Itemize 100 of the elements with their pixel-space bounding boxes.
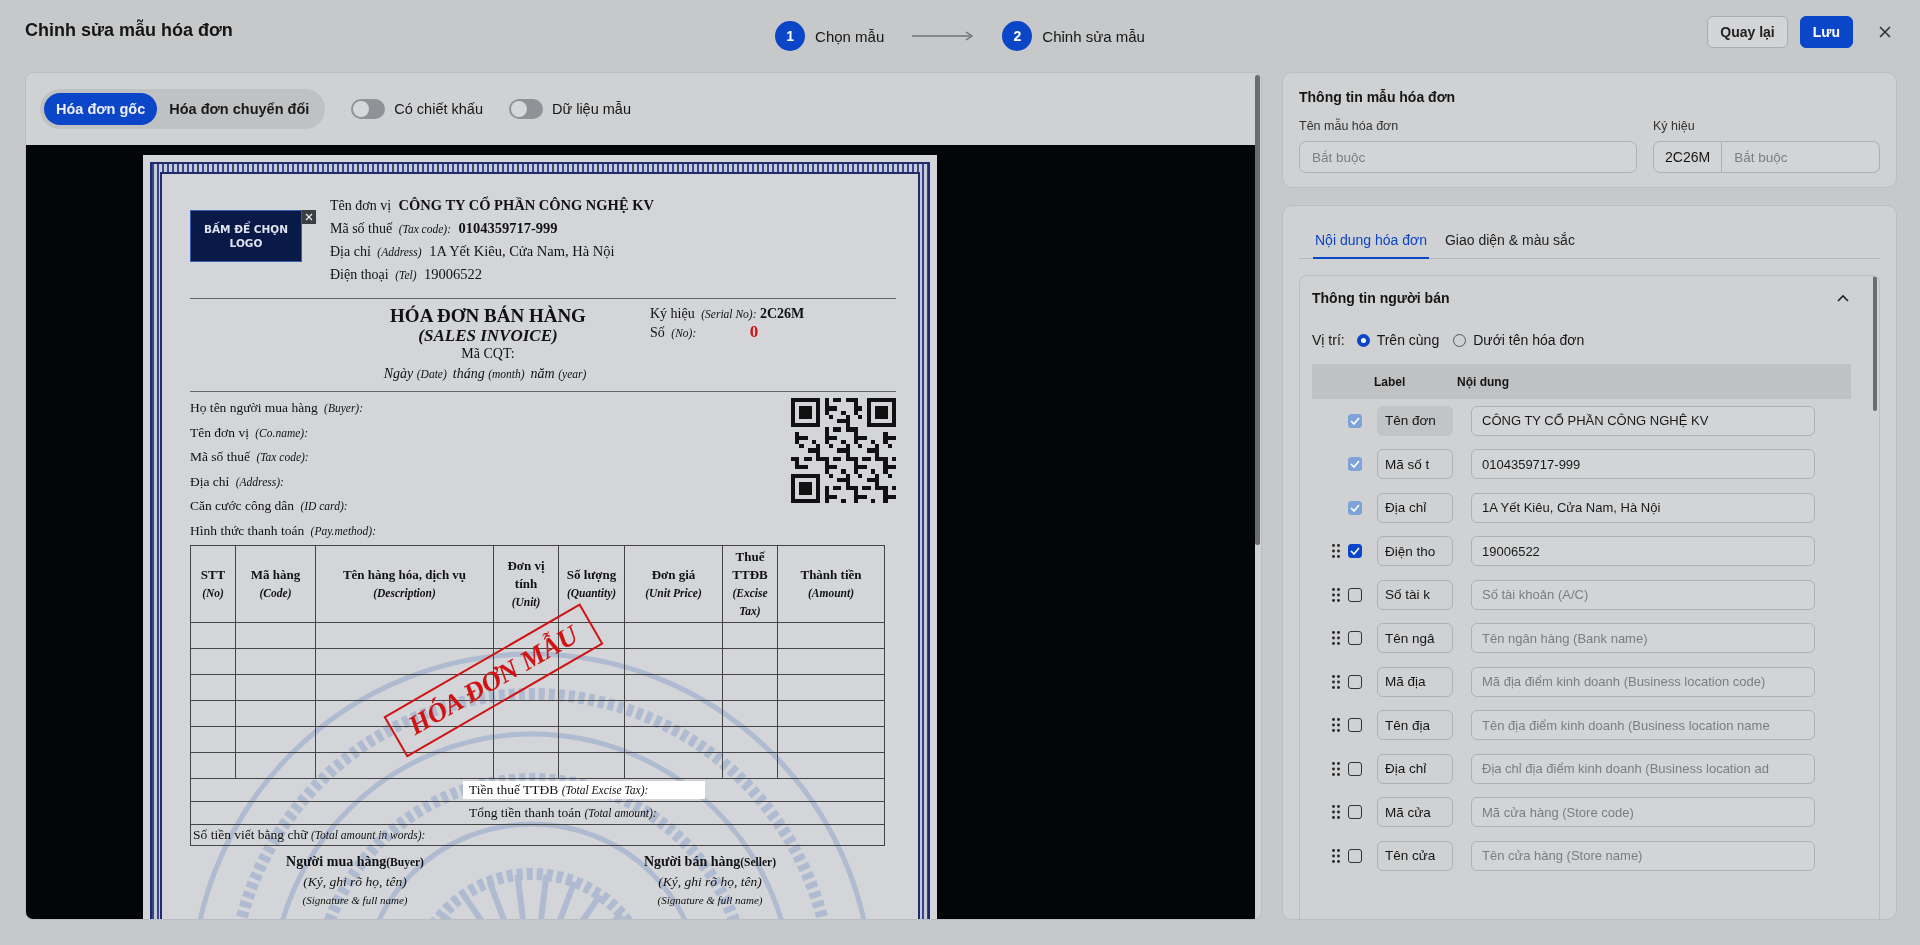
chevron-up-icon[interactable] bbox=[1837, 294, 1849, 302]
signature-title: Người mua hàng(Buyer) bbox=[285, 853, 425, 871]
content-field[interactable]: Tên cửa hàng (Store name) bbox=[1471, 840, 1815, 871]
toggle-label: Dữ liệu mẫu bbox=[551, 101, 631, 117]
signature-title: Người bán hàng(Seller) bbox=[642, 853, 778, 871]
serial-value: 2C26M bbox=[760, 306, 805, 321]
toggle-switch[interactable] bbox=[508, 99, 543, 119]
label-field[interactable]: Tên cửa bbox=[1377, 840, 1453, 871]
symbol-field[interactable]: Bắt buộc bbox=[1722, 141, 1880, 173]
field-label-english: (ID card): bbox=[300, 500, 348, 512]
total-label: Tiền thuế TTĐB (Total Excise Tax): bbox=[463, 781, 705, 799]
field-value: 19006522 bbox=[424, 266, 483, 282]
tab[interactable]: Nội dung hóa đơn bbox=[1313, 222, 1429, 259]
label-field[interactable]: Tên địa bbox=[1377, 710, 1453, 741]
toggle-label: Có chiết khấu bbox=[394, 101, 483, 117]
segment-tab[interactable]: Hóa đơn gốc bbox=[44, 93, 158, 125]
checkbox[interactable] bbox=[1348, 587, 1362, 602]
field-label-english: (Co.name): bbox=[255, 426, 308, 439]
date-label: năm bbox=[530, 366, 555, 381]
drag-handle-icon[interactable] bbox=[1332, 718, 1340, 733]
field-value: 1A Yết Kiêu, Cửa Nam, Hà Nội bbox=[429, 243, 615, 259]
content-field[interactable]: Số tài khoản (A/C) bbox=[1471, 579, 1815, 610]
field-label-english: (Tax code): bbox=[398, 223, 451, 235]
field-label-english: (Tax code): bbox=[256, 451, 309, 463]
date-label-english: (year) bbox=[558, 368, 587, 380]
checkbox[interactable] bbox=[1348, 805, 1362, 820]
label-field[interactable]: Số tài k bbox=[1377, 579, 1453, 610]
radio-label[interactable]: Trên cùng bbox=[1376, 332, 1440, 348]
label-field[interactable]: Địa chỉ bbox=[1377, 753, 1453, 784]
logo-upload-button[interactable]: BẤM ĐỂ CHỌN LOGO bbox=[190, 210, 302, 262]
content-field[interactable]: Tên ngân hàng (Bank name) bbox=[1471, 623, 1815, 654]
label-field[interactable]: Điện tho bbox=[1377, 536, 1453, 567]
label-field[interactable]: Mã cửa bbox=[1377, 797, 1453, 828]
checkbox[interactable] bbox=[1348, 718, 1362, 733]
checkbox[interactable] bbox=[1348, 674, 1362, 689]
content-field[interactable]: 19006522 bbox=[1471, 536, 1815, 567]
label-field[interactable]: Mã địa bbox=[1377, 666, 1453, 697]
number-label: Số bbox=[650, 325, 665, 340]
signature-note-english: (Signature & full name) bbox=[301, 893, 409, 908]
date-label-english: (month) bbox=[488, 368, 525, 380]
field-label: Căn cước công dân bbox=[190, 498, 295, 513]
invoice-subtitle: (SALES INVOICE) bbox=[417, 327, 559, 345]
drag-handle-icon[interactable] bbox=[1332, 848, 1340, 863]
column-header: Số lượng (Quantity) bbox=[558, 545, 625, 623]
segment-tab[interactable]: Hóa đơn chuyển đổi bbox=[157, 93, 322, 125]
scrollbar[interactable] bbox=[1873, 276, 1877, 411]
field-label-english: (Tel) bbox=[395, 269, 417, 281]
date-label-english: (Date) bbox=[416, 368, 447, 380]
column-header: Nội dung bbox=[1457, 374, 1509, 389]
total-label: Tổng tiền thanh toán (Total amount): bbox=[468, 804, 658, 822]
label-field[interactable]: Tên ngâ bbox=[1377, 623, 1453, 654]
invoice-title: HÓA ĐƠN BÁN HÀNG bbox=[389, 305, 587, 327]
content-field[interactable]: Mã cửa hàng (Store code) bbox=[1471, 797, 1815, 828]
column-header: Label bbox=[1374, 374, 1407, 389]
drag-handle-icon[interactable] bbox=[1332, 631, 1340, 646]
save-button[interactable]: Lưu bbox=[1799, 16, 1853, 48]
close-icon[interactable] bbox=[302, 210, 316, 224]
signature-note: (Ký, ghi rõ họ, tên) bbox=[657, 873, 763, 891]
close-icon[interactable] bbox=[1879, 26, 1891, 38]
date-label: Ngày bbox=[383, 366, 414, 381]
drag-handle-icon[interactable] bbox=[1332, 674, 1340, 689]
field-label: Điện thoại bbox=[330, 267, 389, 282]
scrollbar[interactable] bbox=[1255, 73, 1261, 919]
amount-in-words-label: Số tiền viết bằng chữ (Total amount in words): bbox=[193, 827, 426, 842]
checkbox[interactable] bbox=[1348, 631, 1362, 646]
drag-handle-icon[interactable] bbox=[1332, 805, 1340, 820]
drag-handle-icon[interactable] bbox=[1332, 587, 1340, 602]
tax-authority-code-label: Mã CQT: bbox=[460, 345, 516, 363]
field-label: Hình thức thanh toán bbox=[190, 522, 305, 538]
content-field[interactable]: Tên địa điểm kinh doanh (Business location name bbox=[1471, 710, 1815, 741]
radio-label[interactable]: Dưới tên hóa đơn bbox=[1473, 332, 1585, 348]
serial-label-english: (Serial No): bbox=[701, 308, 757, 320]
step-number: 2 bbox=[1002, 21, 1033, 51]
content-field[interactable]: Mã địa điểm kinh doanh (Business location code) bbox=[1471, 666, 1815, 697]
column-header: Thành tiền (Amount) bbox=[777, 545, 885, 623]
radio-button[interactable] bbox=[1356, 333, 1370, 347]
template-name-field[interactable]: Bắt buộc bbox=[1299, 141, 1637, 173]
field-label: Tên đơn vị bbox=[330, 198, 392, 213]
field-label-english: (Buyer): bbox=[324, 402, 363, 414]
field-value: CÔNG TY CỔ PHẦN CÔNG NGHỆ KV bbox=[398, 197, 654, 213]
field-label-english: (Address): bbox=[235, 475, 284, 488]
column-header: STT (No) bbox=[190, 545, 236, 623]
arrow-icon bbox=[912, 31, 975, 41]
drag-handle-icon[interactable] bbox=[1332, 544, 1340, 559]
drag-handle-icon[interactable] bbox=[1332, 761, 1340, 776]
checkbox[interactable] bbox=[1348, 544, 1362, 559]
back-button[interactable]: Quay lại bbox=[1707, 16, 1788, 48]
checkbox[interactable] bbox=[1348, 761, 1362, 776]
column-header: Mã hàng (Code) bbox=[235, 545, 316, 623]
symbol-prefix: 2C26M bbox=[1653, 141, 1723, 173]
checkbox[interactable] bbox=[1348, 848, 1362, 863]
field-label: Tên đơn vị bbox=[190, 424, 249, 440]
content-field[interactable]: Địa chỉ địa điểm kinh doanh (Business location ad bbox=[1471, 753, 1815, 784]
number-label-english: (No): bbox=[671, 327, 697, 339]
tab[interactable]: Giao diện & màu sắc bbox=[1442, 222, 1577, 259]
column-header: Thuế TTĐB (Excise Tax) bbox=[722, 545, 778, 623]
toggle-switch[interactable] bbox=[351, 99, 386, 119]
column-header: Tên hàng hóa, dịch vụ (Description) bbox=[315, 545, 494, 623]
field-label: Ký hiệu bbox=[1653, 119, 1696, 133]
column-header: Đơn vị tính (Unit) bbox=[493, 545, 559, 623]
